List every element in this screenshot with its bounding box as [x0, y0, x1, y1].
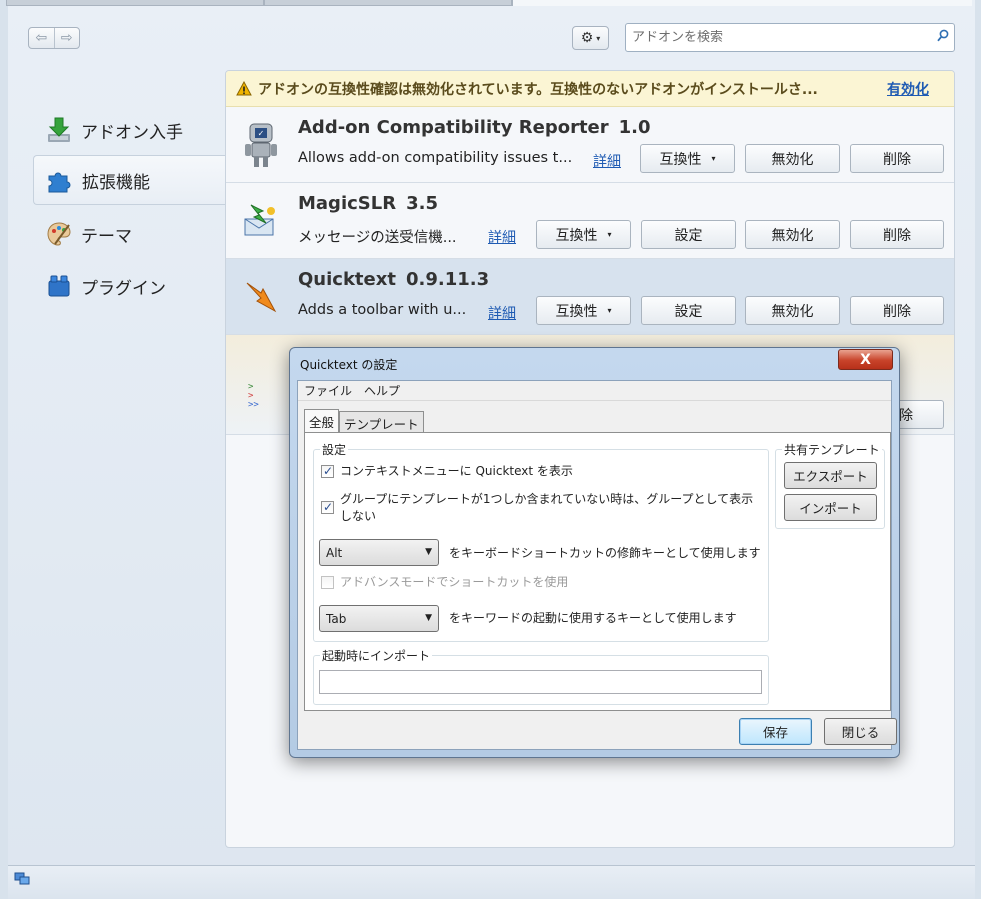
network-icon — [14, 872, 30, 885]
search-input[interactable] — [632, 30, 932, 45]
sidebar-item-get-addons[interactable]: アドオン入手 — [33, 105, 226, 155]
chevron-down-icon: ▾ — [596, 33, 601, 43]
keyword-key-label: をキーワードの起動に使用するキーとして使用します — [449, 611, 737, 625]
palette-icon — [45, 220, 73, 248]
magicslr-icon — [240, 197, 282, 245]
disable-button[interactable]: 無効化 — [745, 144, 840, 173]
puzzle-piece-icon — [46, 166, 74, 194]
remove-button[interactable]: 削除 — [850, 296, 944, 325]
browser-tab-strip — [0, 0, 975, 6]
svg-text:>>: >> — [248, 400, 259, 410]
group-label: 共有テンプレート — [782, 441, 882, 458]
addon-name: Add-on Compatibility Reporter 1.0 — [298, 117, 651, 138]
save-button[interactable]: 保存 — [739, 718, 812, 745]
search-icon[interactable] — [932, 29, 954, 46]
chevron-down-icon: ▾ — [711, 154, 716, 163]
browser-tab-active[interactable] — [512, 0, 972, 6]
details-link[interactable]: 詳細 — [593, 151, 621, 171]
sidebar-item-themes[interactable]: テーマ — [33, 209, 226, 259]
tools-menu-button[interactable]: ⚙ ▾ — [572, 26, 609, 50]
chevron-down-icon: ▼ — [425, 547, 432, 557]
modifier-key-label: をキーボードショートカットの修飾キーとして使用します — [449, 546, 761, 560]
checkbox-box[interactable] — [321, 463, 334, 480]
browser-tab[interactable] — [264, 0, 512, 6]
quicktext-settings-dialog: Quicktext の設定 X ファイル ヘルプ 全般 テンプレート 設定 コン… — [289, 347, 900, 758]
export-button[interactable]: エクスポート — [784, 462, 877, 489]
dialog-body: ファイル ヘルプ 全般 テンプレート 設定 コンテキストメニューに Quickt… — [297, 380, 897, 750]
compatibility-button[interactable]: 互換性 ▾ — [536, 296, 631, 325]
addon-description: Allows add-on compatibility issues t... — [298, 150, 573, 166]
download-icon — [45, 116, 73, 144]
compatibility-button[interactable]: 互換性 ▾ — [640, 144, 735, 173]
advanced-mode-checkbox: アドバンスモードでショートカットを使用 — [321, 574, 568, 591]
chevron-down-icon: ▾ — [607, 230, 612, 239]
group-display-checkbox[interactable]: グループにテンプレートが1つしか含まれていない時は、グループとして表示しない — [321, 491, 753, 525]
menu-help[interactable]: ヘルプ — [364, 382, 400, 399]
back-arrow-icon[interactable]: ⇦ — [29, 28, 55, 48]
status-bar — [8, 865, 975, 899]
gear-icon: ⚙ — [580, 30, 594, 46]
quicktext-icon — [240, 273, 282, 321]
dialog-menubar: ファイル ヘルプ — [298, 381, 891, 401]
close-button[interactable]: 閉じる — [824, 718, 897, 745]
modifier-key-select[interactable]: Alt ▼ — [319, 539, 439, 566]
close-icon[interactable]: X — [838, 349, 893, 370]
checkbox-box — [321, 576, 334, 589]
addon-item-magicslr[interactable]: MagicSLR 3.5 メッセージの送受信機... 詳細 互換性 ▾ 設定 無効化… — [226, 183, 954, 259]
forward-arrow-icon[interactable]: ⇨ — [55, 28, 80, 48]
settings-button[interactable]: 設定 — [641, 220, 736, 249]
menu-file[interactable]: ファイル — [304, 382, 352, 399]
details-link[interactable]: 詳細 — [488, 303, 516, 323]
keyword-key-select[interactable]: Tab ▼ — [319, 605, 439, 632]
sidebar-item-plugins[interactable]: プラグイン — [33, 261, 226, 311]
search-field[interactable] — [625, 23, 955, 52]
addon-name: Quicktext 0.9.11.3 — [298, 269, 490, 290]
checkbox-box[interactable] — [321, 499, 334, 516]
sidebar-item-label: テーマ — [81, 226, 132, 247]
compatibility-warning-bar: アドオンの互換性確認は無効化されています。互換性のないアドオンがインストールさ.… — [226, 71, 954, 107]
settings-button[interactable]: 設定 — [641, 296, 736, 325]
chevron-down-icon: ▼ — [425, 613, 432, 623]
script-icon: > > >> — [246, 379, 274, 411]
disable-button[interactable]: 無効化 — [745, 220, 840, 249]
enable-link[interactable]: 有効化 — [887, 79, 929, 99]
sidebar-item-label: アドオン入手 — [81, 122, 183, 143]
browser-tab[interactable] — [6, 0, 264, 6]
remove-button[interactable]: 削除 — [850, 220, 944, 249]
robot-icon: ✓ — [240, 121, 282, 169]
details-link[interactable]: 詳細 — [488, 227, 516, 247]
addon-description: Adds a toolbar with u... — [298, 302, 467, 318]
sidebar-item-label: プラグイン — [81, 278, 166, 299]
addon-name: MagicSLR 3.5 — [298, 193, 438, 214]
group-label: 起動時にインポート — [320, 647, 433, 664]
addon-description: メッセージの送受信機... — [298, 230, 457, 246]
compatibility-button[interactable]: 互換性 ▾ — [536, 220, 631, 249]
import-button[interactable]: インポート — [784, 494, 877, 521]
svg-text:✓: ✓ — [258, 129, 265, 138]
context-menu-checkbox[interactable]: コンテキストメニューに Quicktext を表示 — [321, 463, 573, 480]
general-tab-panel: 設定 コンテキストメニューに Quicktext を表示 グループにテンプレート… — [304, 432, 891, 711]
sidebar-item-extensions[interactable]: 拡張機能 — [33, 155, 226, 205]
group-label: 設定 — [320, 441, 349, 458]
warning-icon — [236, 80, 252, 95]
remove-button[interactable]: 削除 — [850, 144, 944, 173]
chevron-down-icon: ▾ — [607, 306, 612, 315]
history-nav: ⇦ ⇨ — [28, 27, 80, 49]
disable-button[interactable]: 無効化 — [745, 296, 840, 325]
startup-import-field[interactable] — [319, 670, 762, 694]
dialog-title: Quicktext の設定 — [300, 358, 398, 372]
lego-brick-icon — [45, 272, 73, 300]
sidebar-item-label: 拡張機能 — [82, 172, 150, 193]
addon-item-compatibility-reporter[interactable]: ✓ Add-on Compatibility Reporter 1.0 Allow… — [226, 107, 954, 183]
addon-item-quicktext[interactable]: Quicktext 0.9.11.3 Adds a toolbar with u.… — [226, 259, 954, 335]
warning-text: アドオンの互換性確認は無効化されています。互換性のないアドオンがインストールさ.… — [258, 81, 818, 98]
